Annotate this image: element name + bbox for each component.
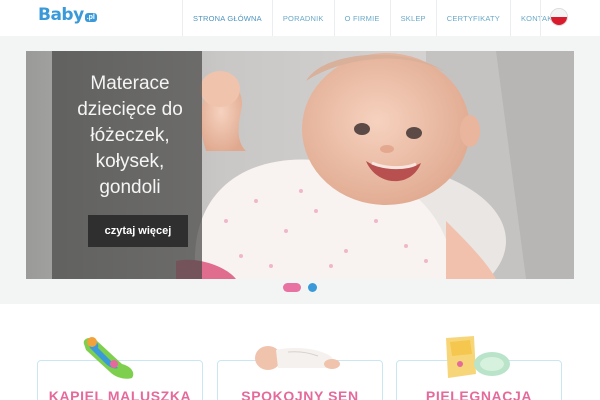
nav-item-shop[interactable]: SKLEP bbox=[389, 0, 436, 36]
nav-item-about[interactable]: O FIRMIE bbox=[333, 0, 390, 36]
category-title: KĄPIEL MALUSZKA bbox=[48, 388, 192, 400]
logo-suffix: .pl bbox=[84, 13, 97, 22]
slide-caption-text: Materace dziecięce do łóżeczek, kołysek,… bbox=[77, 73, 183, 198]
nav-item-certificates[interactable]: CERTYFIKATY bbox=[435, 0, 510, 36]
nav-item-home[interactable]: STRONA GŁÓWNA bbox=[182, 0, 272, 36]
read-more-button[interactable]: czytaj więcej bbox=[88, 215, 188, 247]
care-pillow-icon bbox=[446, 336, 510, 378]
page: Baby .pl STRONA GŁÓWNA PORADNIK O FIRMIE… bbox=[0, 0, 600, 400]
slider-dots bbox=[283, 283, 317, 292]
category-title: PIELĘGNACJA bbox=[425, 388, 533, 400]
logo[interactable]: Baby .pl bbox=[38, 4, 97, 26]
header: Baby .pl STRONA GŁÓWNA PORADNIK O FIRMIE… bbox=[0, 0, 600, 36]
poland-flag-icon[interactable] bbox=[550, 8, 568, 26]
category-title: SPOKOJNY SEN bbox=[241, 388, 359, 400]
slider-dot-2[interactable] bbox=[308, 283, 317, 292]
slide-caption: Materace dziecięce do łóżeczek, kołysek,… bbox=[52, 51, 202, 279]
language-separator bbox=[540, 0, 600, 36]
bath-support-icon bbox=[83, 337, 134, 379]
categories-section: KĄPIEL MALUSZKA SPOKOJNY SEN PIELĘGNACJA bbox=[0, 320, 600, 400]
sleeping-baby-icon bbox=[255, 346, 340, 370]
logo-text: Baby bbox=[38, 5, 84, 25]
nav-item-guide[interactable]: PORADNIK bbox=[271, 0, 334, 36]
slider-dot-1[interactable] bbox=[283, 283, 301, 292]
main-nav: STRONA GŁÓWNA PORADNIK O FIRMIE SKLEP CE… bbox=[182, 0, 567, 36]
hero-slide[interactable]: Materace dziecięce do łóżeczek, kołysek,… bbox=[26, 51, 574, 279]
